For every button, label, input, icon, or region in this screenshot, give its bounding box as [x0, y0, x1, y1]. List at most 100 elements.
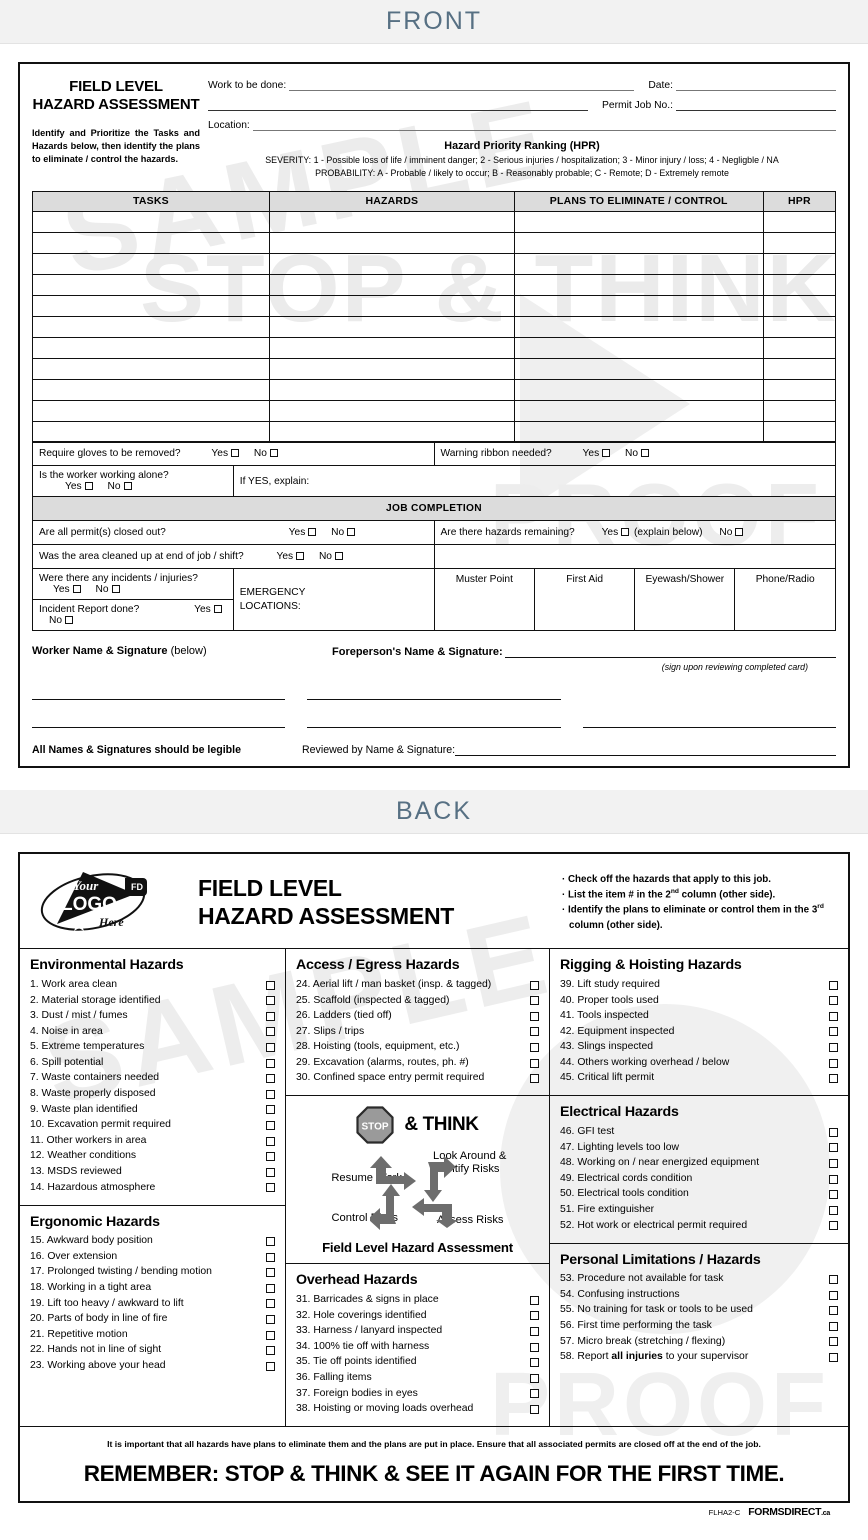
cell-hazard[interactable]	[268, 399, 515, 422]
hazrem-yes[interactable]: Yes (explain below)	[602, 527, 703, 538]
cell-hpr[interactable]	[762, 294, 837, 317]
hazard-checkbox[interactable]	[266, 980, 275, 990]
foreperson-signature-input[interactable]	[504, 645, 836, 659]
working-alone-cell[interactable]: Is the worker working alone? Yes No	[32, 465, 234, 498]
alone-no[interactable]: No	[107, 481, 133, 492]
cell-task[interactable]	[32, 315, 270, 338]
gloves-no-checkbox[interactable]	[269, 449, 278, 458]
hazard-item[interactable]: 14. Hazardous atmosphere	[30, 1180, 275, 1196]
hazard-item[interactable]: 56. First time performing the task	[560, 1318, 838, 1334]
hazard-checkbox[interactable]	[266, 1361, 275, 1371]
report-yes[interactable]: Yes	[194, 604, 224, 615]
ribbon-question-cell[interactable]: Warning ribbon needed? Yes No	[433, 441, 836, 467]
hazard-item[interactable]: 36. Falling items	[296, 1370, 539, 1386]
hazard-item[interactable]: 22. Hands not in line of sight	[30, 1343, 275, 1359]
hazard-item[interactable]: 5. Extreme temperatures	[30, 1040, 275, 1056]
cell-hpr[interactable]	[762, 357, 837, 380]
incidents-cell[interactable]: Were there any incidents / injuries? Yes…	[32, 568, 234, 601]
cell-hazard[interactable]	[268, 336, 515, 359]
worker-sign-line-4[interactable]	[32, 714, 286, 729]
cleaned-yes[interactable]: Yes	[276, 551, 306, 562]
alone-yes[interactable]: Yes	[65, 481, 95, 492]
hazard-checkbox[interactable]	[266, 1058, 275, 1068]
hazard-checkbox[interactable]	[266, 1314, 275, 1324]
table-row[interactable]	[32, 378, 837, 401]
if-yes-explain-cell[interactable]: If YES, explain:	[232, 465, 837, 498]
date-input[interactable]	[676, 80, 836, 91]
hazard-checkbox[interactable]	[829, 1174, 838, 1184]
cleaned-yes-checkbox[interactable]	[296, 552, 305, 561]
hazard-checkbox[interactable]	[530, 980, 539, 990]
hazard-checkbox[interactable]	[829, 1205, 838, 1215]
permits-no-checkbox[interactable]	[347, 528, 356, 537]
hazard-item[interactable]: 19. Lift too heavy / awkward to lift	[30, 1296, 275, 1312]
cell-hpr[interactable]	[762, 210, 837, 233]
hazard-checkbox[interactable]	[829, 1011, 838, 1021]
hazard-item[interactable]: 4. Noise in area	[30, 1024, 275, 1040]
hazard-checkbox[interactable]	[829, 980, 838, 990]
hazard-item[interactable]: 30. Confined space entry permit required	[296, 1071, 539, 1087]
hazard-item[interactable]: 46. GFI test	[560, 1124, 838, 1140]
hazard-checkbox[interactable]	[266, 1027, 275, 1037]
hazard-checkbox[interactable]	[266, 1011, 275, 1021]
hazard-checkbox[interactable]	[530, 1373, 539, 1383]
cell-task[interactable]	[32, 210, 270, 233]
permits-closed-cell[interactable]: Are all permit(s) closed out? Yes No	[32, 520, 435, 546]
cell-hpr[interactable]	[762, 252, 837, 275]
table-row[interactable]	[32, 210, 837, 233]
hazard-item[interactable]: 18. Working in a tight area	[30, 1280, 275, 1296]
hazard-item[interactable]: 47. Lighting levels too low	[560, 1140, 838, 1156]
hazard-checkbox[interactable]	[530, 1326, 539, 1336]
table-row[interactable]	[32, 420, 837, 443]
hazard-checkbox[interactable]	[266, 1167, 275, 1177]
work-to-be-done-input[interactable]	[289, 80, 635, 91]
table-row[interactable]	[32, 252, 837, 275]
hazard-item[interactable]: 28. Hoisting (tools, equipment, etc.)	[296, 1040, 539, 1056]
ribbon-yes-checkbox[interactable]	[602, 449, 611, 458]
hazard-checkbox[interactable]	[829, 1290, 838, 1300]
hazard-item[interactable]: 55. No training for task or tools to be …	[560, 1303, 838, 1319]
hazard-checkbox[interactable]	[266, 1252, 275, 1262]
cell-task[interactable]	[32, 336, 270, 359]
hazard-item[interactable]: 45. Critical lift permit	[560, 1071, 838, 1087]
report-yes-checkbox[interactable]	[213, 605, 222, 614]
hazard-checkbox[interactable]	[530, 1311, 539, 1321]
gloves-no[interactable]: No	[254, 448, 280, 459]
cell-plan[interactable]	[513, 399, 764, 422]
hazard-item[interactable]: 21. Repetitive motion	[30, 1327, 275, 1343]
permits-yes-checkbox[interactable]	[308, 528, 317, 537]
hazard-item[interactable]: 24. Aerial lift / man basket (insp. & ta…	[296, 977, 539, 993]
worker-sign-line-1[interactable]	[32, 686, 286, 701]
cell-plan[interactable]	[513, 315, 764, 338]
hazard-checkbox[interactable]	[829, 1306, 838, 1316]
gloves-yes[interactable]: Yes	[211, 448, 241, 459]
ribbon-no[interactable]: No	[625, 448, 651, 459]
cell-hazard[interactable]	[268, 231, 515, 254]
hazrem-no-checkbox[interactable]	[735, 528, 744, 537]
hazard-item[interactable]: 17. Prolonged twisting / bending motion	[30, 1265, 275, 1281]
hazard-checkbox[interactable]	[829, 1158, 838, 1168]
incidents-yes[interactable]: Yes	[53, 584, 83, 595]
cell-hazard[interactable]	[268, 357, 515, 380]
cell-task[interactable]	[32, 399, 270, 422]
cell-plan[interactable]	[513, 294, 764, 317]
cell-plan[interactable]	[513, 252, 764, 275]
cell-task[interactable]	[32, 294, 270, 317]
hazard-checkbox[interactable]	[266, 1043, 275, 1052]
reviewed-by-input[interactable]	[455, 744, 836, 757]
table-row[interactable]	[32, 315, 837, 338]
hazard-item[interactable]: 43. Slings inspected	[560, 1040, 838, 1056]
hazard-item[interactable]: 53. Procedure not available for task	[560, 1272, 838, 1288]
hazard-checkbox[interactable]	[266, 1136, 275, 1146]
hazard-checkbox[interactable]	[266, 1268, 275, 1278]
hazard-item[interactable]: 42. Equipment inspected	[560, 1024, 838, 1040]
hazrem-no[interactable]: No	[719, 527, 745, 538]
hazard-item[interactable]: 31. Barricades & signs in place	[296, 1292, 539, 1308]
hazard-checkbox[interactable]	[266, 1120, 275, 1130]
cell-hpr[interactable]	[762, 273, 837, 296]
cell-hazard[interactable]	[268, 210, 515, 233]
hazard-item[interactable]: 16. Over extension	[30, 1249, 275, 1265]
hazard-item[interactable]: 52. Hot work or electrical permit requir…	[560, 1218, 838, 1234]
hazard-item[interactable]: 6. Spill potential	[30, 1055, 275, 1071]
hazard-checkbox[interactable]	[530, 1074, 539, 1084]
